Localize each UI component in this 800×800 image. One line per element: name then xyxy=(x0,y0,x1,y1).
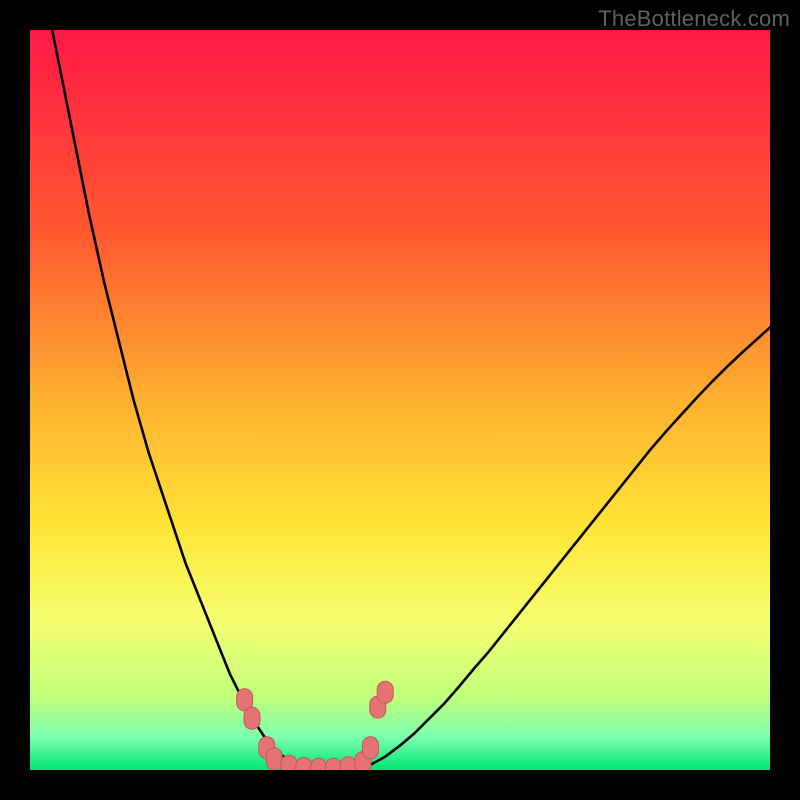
curve-marker xyxy=(281,755,297,770)
curve-marker xyxy=(311,758,327,770)
watermark-text: TheBottleneck.com xyxy=(598,6,790,32)
curve-marker xyxy=(362,737,378,759)
curve-marker xyxy=(325,758,341,770)
curve-marker xyxy=(266,748,282,770)
curve-marker xyxy=(340,757,356,770)
gradient-background xyxy=(30,30,770,770)
plot-svg xyxy=(30,30,770,770)
chart-stage: TheBottleneck.com xyxy=(0,0,800,800)
curve-marker xyxy=(296,758,312,770)
plot-area xyxy=(30,30,770,770)
curve-marker xyxy=(244,707,260,729)
curve-marker xyxy=(377,681,393,703)
